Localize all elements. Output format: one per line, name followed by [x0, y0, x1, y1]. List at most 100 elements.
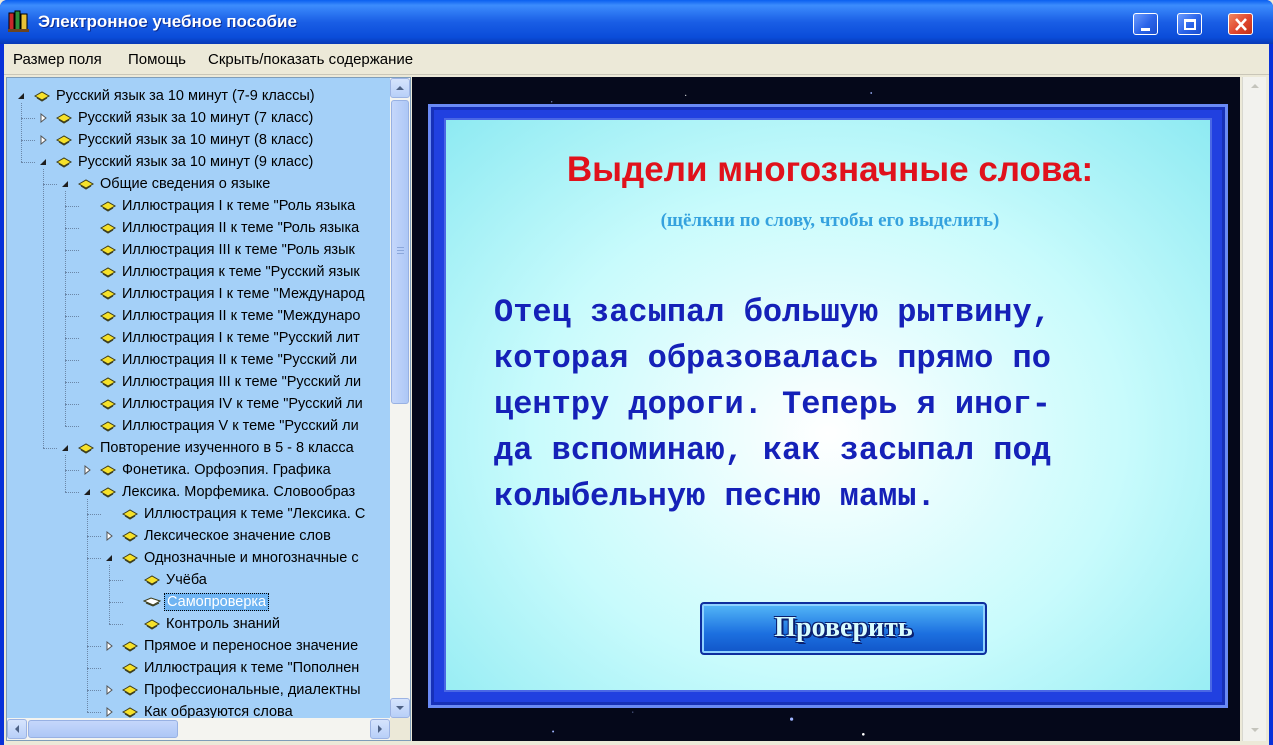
tree-item[interactable]: Иллюстрация II к теме "Роль языка: [81, 217, 361, 239]
menu-field-size[interactable]: Размер поля: [13, 51, 102, 68]
tree-item[interactable]: Контроль знаний: [125, 613, 282, 635]
tree-item[interactable]: Иллюстрация I к теме "Международ: [81, 283, 367, 305]
tree-item-label: Фонетика. Орфоэпия. Графика: [122, 462, 331, 478]
check-button[interactable]: Проверить: [700, 602, 987, 655]
tree-connector: [65, 382, 79, 383]
tree-item[interactable]: Иллюстрация к теме "Русский язык: [81, 261, 362, 283]
selectable-word[interactable]: под: [993, 432, 1051, 469]
expand-triangle-icon[interactable]: [103, 706, 115, 718]
maximize-button[interactable]: [1177, 13, 1202, 35]
tree-item[interactable]: Профессиональные, диалектны: [103, 679, 363, 701]
expand-triangle-icon[interactable]: [37, 134, 49, 146]
tree-horizontal-scrollbar[interactable]: [7, 718, 390, 740]
selectable-word[interactable]: колыбельную: [494, 478, 705, 515]
tree-item[interactable]: Как образуются слова: [103, 701, 295, 718]
tree-vertical-scrollbar[interactable]: [390, 78, 410, 718]
tree-connector: [65, 360, 79, 361]
selectable-word[interactable]: вспоминаю,: [552, 432, 744, 469]
tree-item[interactable]: Лексика. Морфемика. Словообраз: [81, 481, 357, 503]
tree-item[interactable]: Русский язык за 10 минут (7-9 классы): [15, 85, 317, 107]
scroll-up-button[interactable]: [390, 78, 410, 98]
expand-triangle-icon[interactable]: [103, 530, 115, 542]
selectable-word[interactable]: образовалась: [648, 340, 878, 377]
tree-item[interactable]: Общие сведения о языке: [59, 173, 272, 195]
tree-item[interactable]: Повторение изученного в 5 - 8 класса: [59, 437, 356, 459]
tree-item[interactable]: Учёба: [125, 569, 209, 591]
tree-connector: [87, 668, 101, 669]
tree-item[interactable]: Иллюстрация к теме "Лексика. С: [103, 503, 367, 525]
horizontal-scroll-thumb[interactable]: [28, 720, 178, 738]
tree-item[interactable]: Иллюстрация IV к теме "Русский ли: [81, 393, 365, 415]
tree-item[interactable]: Прямое и переносное значение: [103, 635, 360, 657]
minimize-button[interactable]: [1133, 13, 1158, 35]
contents-tree[interactable]: Русский язык за 10 минут (7-9 классы) Рус…: [7, 78, 390, 718]
collapse-triangle-icon[interactable]: [103, 552, 115, 564]
collapse-triangle-icon[interactable]: [15, 90, 27, 102]
check-button-label: Проверить: [774, 612, 913, 643]
collapse-triangle-icon[interactable]: [81, 486, 93, 498]
tree-item[interactable]: Иллюстрация III к теме "Роль язык: [81, 239, 357, 261]
tree-connector: [87, 514, 101, 515]
tree-item[interactable]: Иллюстрация V к теме "Русский ли: [81, 415, 361, 437]
tree-connector: [65, 470, 79, 471]
selectable-word[interactable]: центру: [494, 386, 609, 423]
expand-triangle-icon[interactable]: [103, 684, 115, 696]
selectable-word[interactable]: прямо: [897, 340, 993, 377]
selectable-word[interactable]: дороги.: [628, 386, 762, 423]
book-icon: [99, 199, 117, 213]
tree-connector: [21, 103, 22, 162]
tree-item[interactable]: Иллюстрация I к теме "Русский лит: [81, 327, 362, 349]
tree-item[interactable]: Русский язык за 10 минут (9 класс): [37, 151, 315, 173]
selectable-word[interactable]: рытвину,: [897, 294, 1051, 331]
selectable-word[interactable]: я: [916, 386, 935, 423]
scroll-left-button[interactable]: [7, 719, 27, 739]
selectable-word[interactable]: засыпал: [590, 294, 724, 331]
tree-connector: [109, 565, 110, 624]
exercise-text[interactable]: Отец засыпал большую рытвину, которая обр…: [494, 290, 1194, 520]
tree-connector: [65, 206, 79, 207]
tree-item[interactable]: Иллюстрация II к теме "Междунаро: [81, 305, 363, 327]
selectable-word[interactable]: засыпал: [840, 432, 974, 469]
tree-item[interactable]: Самопроверка: [125, 591, 270, 613]
menu-toggle-contents[interactable]: Скрыть/показать содержание: [208, 51, 413, 68]
collapse-triangle-icon[interactable]: [59, 442, 71, 454]
title-bar[interactable]: Электронное учебное пособие: [0, 0, 1273, 44]
content-vertical-scrollbar[interactable]: [1242, 77, 1266, 741]
tree-item[interactable]: Фонетика. Орфоэпия. Графика: [81, 459, 333, 481]
selectable-word[interactable]: да: [494, 432, 532, 469]
menu-help[interactable]: Помощь: [128, 51, 186, 68]
tree-item[interactable]: Иллюстрация III к теме "Русский ли: [81, 371, 363, 393]
scroll-thumb[interactable]: [391, 100, 409, 404]
tree-connector: [43, 448, 57, 449]
book-icon: [121, 551, 139, 565]
selectable-word[interactable]: иног-: [955, 386, 1051, 423]
collapse-triangle-icon[interactable]: [59, 178, 71, 190]
collapse-triangle-icon[interactable]: [37, 156, 49, 168]
book-icon: [33, 89, 51, 103]
tree-item[interactable]: Лексическое значение слов: [103, 525, 333, 547]
expand-triangle-icon[interactable]: [37, 112, 49, 124]
arrow-down-icon[interactable]: [1249, 725, 1261, 735]
tree-item[interactable]: Иллюстрация к теме "Пополнен: [103, 657, 361, 679]
tree-item[interactable]: Однозначные и многозначные с: [103, 547, 361, 569]
selectable-word[interactable]: Отец: [494, 294, 571, 331]
expand-triangle-icon[interactable]: [81, 464, 93, 476]
tree-item[interactable]: Русский язык за 10 минут (8 класс): [37, 129, 315, 151]
selectable-word[interactable]: большую: [744, 294, 878, 331]
close-button[interactable]: [1228, 13, 1253, 35]
expand-triangle-icon[interactable]: [103, 640, 115, 652]
selectable-word[interactable]: мамы.: [840, 478, 936, 515]
selectable-word[interactable]: которая: [494, 340, 628, 377]
book-icon: [121, 639, 139, 653]
scroll-down-button[interactable]: [390, 698, 410, 718]
selectable-word[interactable]: песню: [724, 478, 820, 515]
arrow-up-icon[interactable]: [1249, 81, 1261, 91]
tree-item[interactable]: Иллюстрация I к теме "Роль языка: [81, 195, 357, 217]
selectable-word[interactable]: Теперь: [782, 386, 897, 423]
scroll-right-button[interactable]: [370, 719, 390, 739]
tree-item[interactable]: Иллюстрация II к теме "Русский ли: [81, 349, 359, 371]
tree-item[interactable]: Русский язык за 10 минут (7 класс): [37, 107, 315, 129]
selectable-word[interactable]: как: [763, 432, 821, 469]
selectable-word[interactable]: по: [1012, 340, 1050, 377]
book-icon: [121, 661, 139, 675]
